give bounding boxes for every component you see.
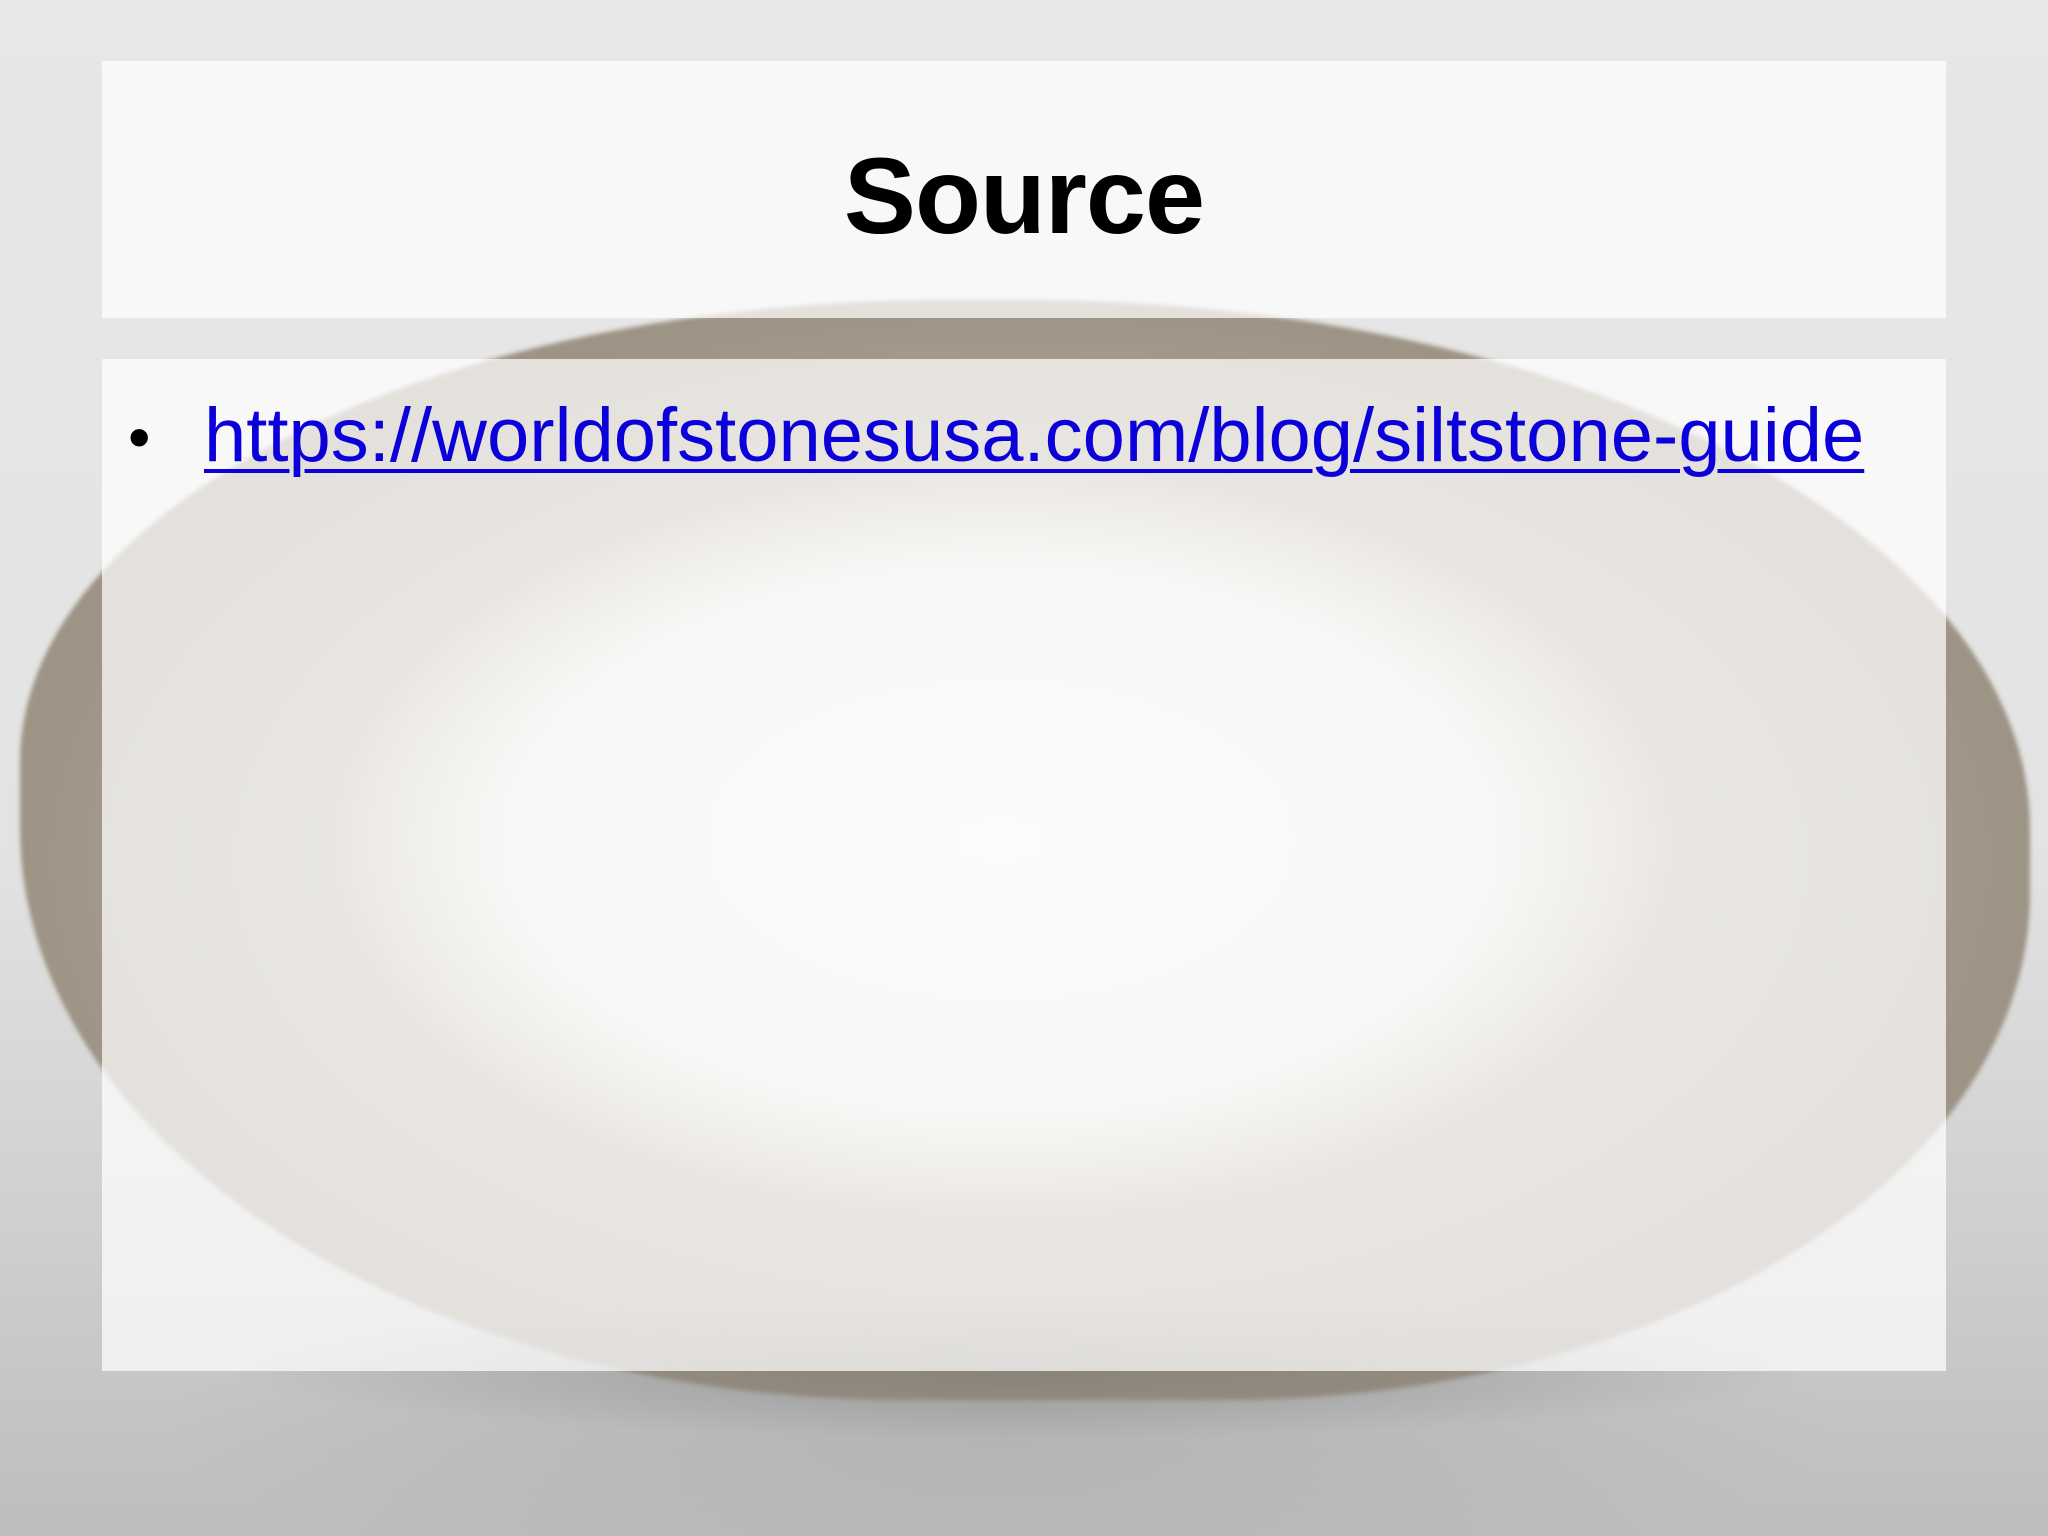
bullet-list: • https://worldofstonesusa.com/blog/silt…: [124, 383, 1924, 491]
bullet-icon: •: [128, 401, 151, 473]
title-panel: Source: [102, 61, 1946, 318]
list-item: • https://worldofstonesusa.com/blog/silt…: [124, 383, 1924, 491]
source-link[interactable]: https://worldofstonesusa.com/blog/siltst…: [204, 383, 1904, 489]
page-title: Source: [843, 135, 1205, 256]
content-panel: • https://worldofstonesusa.com/blog/silt…: [102, 359, 1946, 1371]
